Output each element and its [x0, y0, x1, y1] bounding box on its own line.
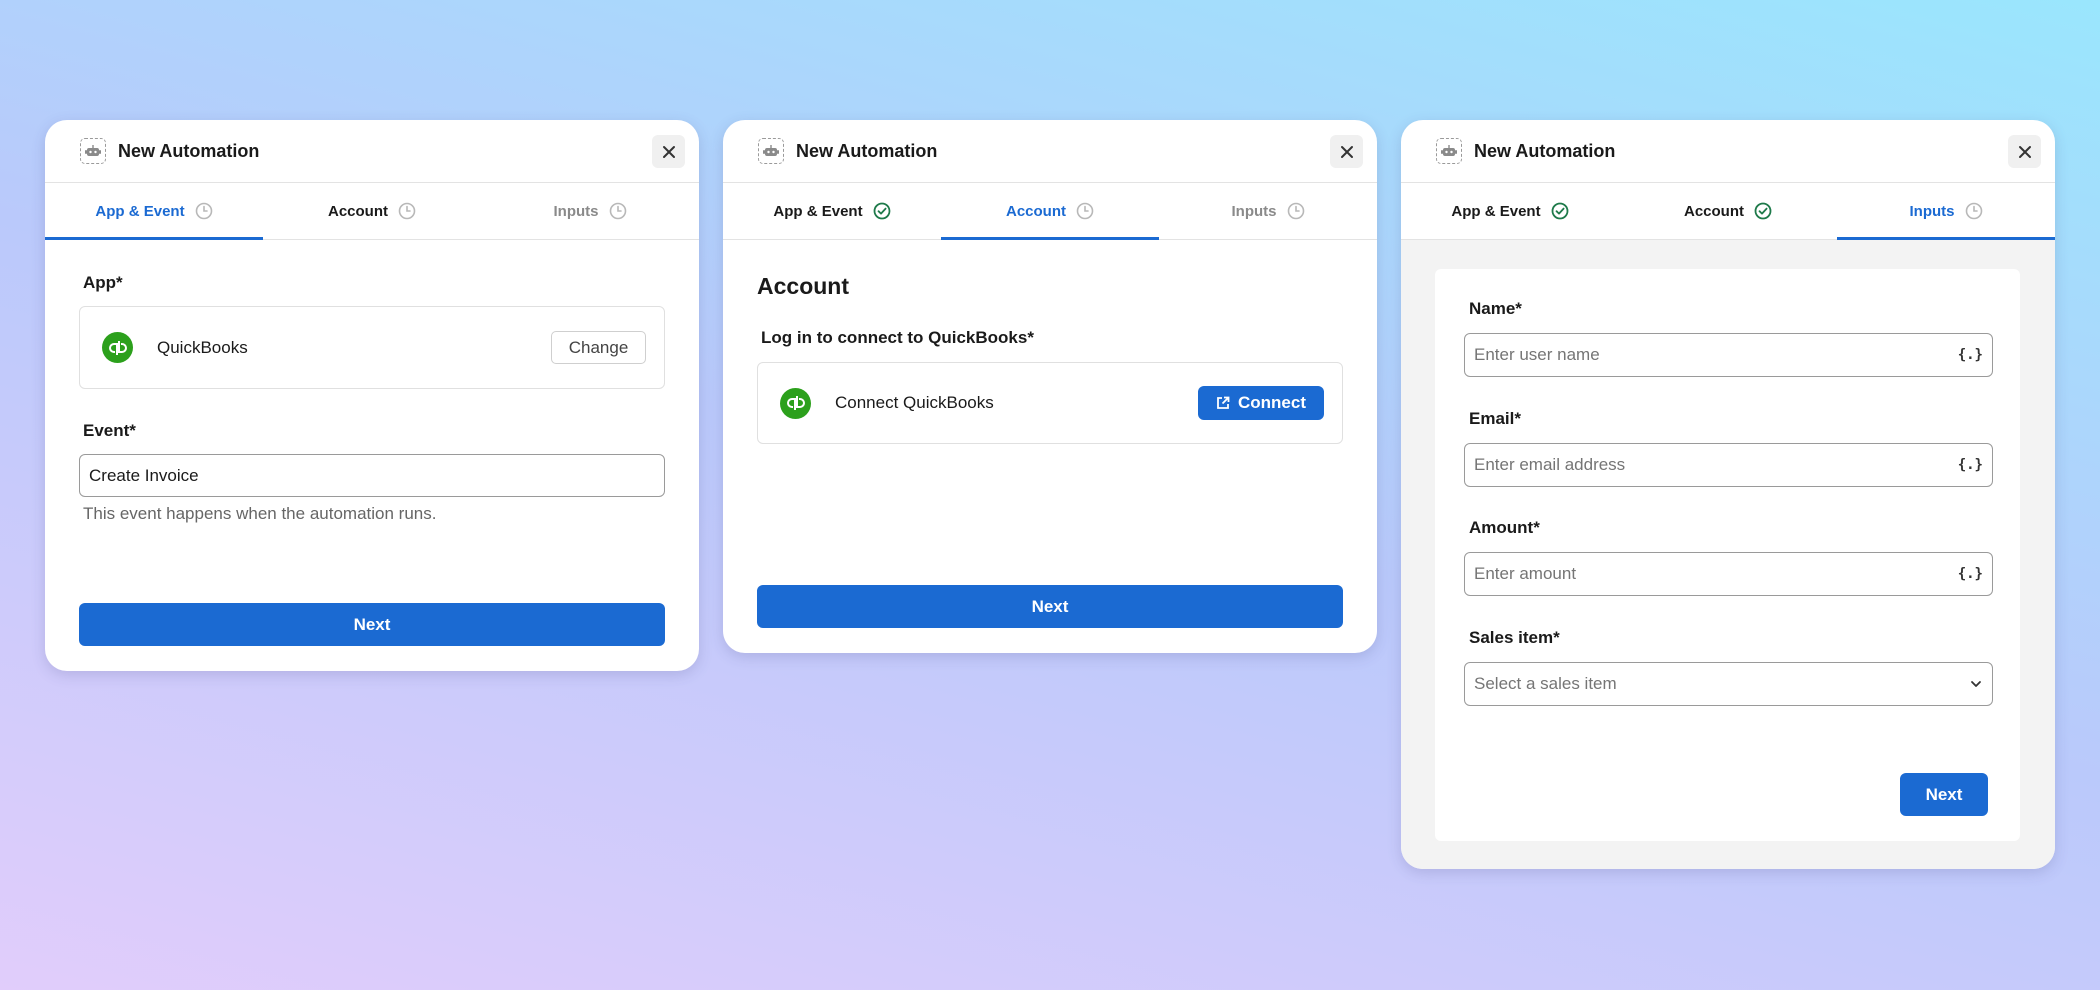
automation-dialog-step-app-event: New Automation App & Event Account Input…: [45, 120, 699, 671]
tab-app-event[interactable]: App & Event: [723, 183, 941, 239]
tab-inputs[interactable]: Inputs: [1837, 183, 2055, 240]
tab-label: Account: [328, 202, 388, 220]
tab-label: App & Event: [95, 202, 185, 220]
check-circle-icon: [1754, 202, 1772, 220]
check-circle-icon: [873, 202, 890, 220]
clock-icon: [1965, 202, 1982, 220]
amount-label: Amount*: [1469, 518, 1540, 537]
connect-account-row: Connect QuickBooks Connect: [757, 362, 1343, 444]
tab-label: App & Event: [773, 202, 863, 220]
event-help-text: This event happens when the automation r…: [83, 504, 437, 523]
connect-app-text: Connect QuickBooks: [835, 393, 994, 412]
robot-icon: [80, 138, 106, 164]
tab-app-event[interactable]: App & Event: [45, 183, 263, 240]
selected-app: QuickBooks Change: [79, 306, 665, 389]
tab-inputs[interactable]: Inputs: [481, 183, 699, 239]
login-label: Log in to connect to QuickBooks*: [761, 328, 1034, 347]
tab-account[interactable]: Account: [941, 183, 1159, 240]
clock-icon: [609, 202, 626, 220]
variable-braces-icon[interactable]: {.}: [1958, 566, 1983, 582]
check-circle-icon: [1551, 202, 1568, 220]
sales-item-placeholder: Select a sales item: [1474, 674, 1617, 693]
sales-item-select[interactable]: Select a sales item: [1464, 662, 1993, 706]
close-icon: [1340, 145, 1353, 158]
tab-label: Inputs: [553, 202, 599, 220]
external-link-icon: [1217, 396, 1230, 409]
variable-braces-icon[interactable]: {.}: [1958, 347, 1983, 363]
tab-label: Account: [1684, 202, 1744, 220]
clock-icon: [1076, 202, 1094, 220]
dialog-title: New Automation: [1474, 140, 1616, 161]
tab-inputs[interactable]: Inputs: [1159, 183, 1377, 239]
close-icon: [662, 145, 675, 158]
close-button[interactable]: [1330, 135, 1363, 168]
step-tabs: App & Event Account Inputs: [45, 183, 699, 240]
connect-button-label: Connect: [1238, 393, 1306, 412]
account-heading: Account: [757, 273, 849, 299]
name-label: Name*: [1469, 299, 1522, 318]
variable-braces-icon[interactable]: {.}: [1958, 457, 1983, 473]
dialog-title: New Automation: [796, 140, 938, 161]
step-tabs: App & Event Account Inputs: [1401, 183, 2055, 240]
tab-label: Inputs: [1231, 202, 1277, 220]
app-label: App*: [83, 273, 123, 292]
robot-icon: [758, 138, 784, 164]
dialog-header: New Automation: [45, 120, 699, 183]
dialog-title: New Automation: [118, 140, 260, 161]
tab-account[interactable]: Account: [1619, 183, 1837, 239]
close-button[interactable]: [2008, 135, 2041, 168]
close-button[interactable]: [652, 135, 685, 168]
tab-account[interactable]: Account: [263, 183, 481, 239]
clock-icon: [1287, 202, 1304, 220]
event-input[interactable]: Create Invoice: [79, 454, 665, 497]
change-app-button[interactable]: Change: [551, 331, 646, 364]
quickbooks-logo-icon: [780, 387, 811, 419]
quickbooks-logo-icon: [102, 332, 133, 363]
next-button[interactable]: Next: [1900, 773, 1988, 816]
tab-app-event[interactable]: App & Event: [1401, 183, 1619, 239]
tab-label: App & Event: [1451, 202, 1541, 220]
robot-icon: [1436, 138, 1462, 164]
app-name: QuickBooks: [157, 337, 248, 357]
clock-icon: [398, 202, 416, 220]
step-tabs: App & Event Account Inputs: [723, 183, 1377, 240]
event-label: Event*: [83, 421, 136, 440]
connect-button[interactable]: Connect: [1198, 386, 1324, 420]
dialog-header: New Automation: [723, 120, 1377, 183]
chevron-down-icon: [1971, 681, 1981, 687]
tab-label: Account: [1006, 202, 1066, 220]
next-button[interactable]: Next: [79, 603, 665, 646]
automation-dialog-step-account: New Automation App & Event Account Input…: [723, 120, 1377, 653]
email-label: Email*: [1469, 409, 1521, 428]
amount-placeholder: Enter amount: [1474, 564, 1577, 583]
amount-input[interactable]: Enter amount {.}: [1464, 552, 1993, 596]
close-icon: [2018, 145, 2031, 158]
clock-icon: [195, 202, 212, 220]
inputs-form: Name* Enter user name {.} Email* Enter e…: [1435, 269, 2020, 841]
next-button[interactable]: Next: [757, 585, 1343, 628]
name-input[interactable]: Enter user name {.}: [1464, 333, 1993, 377]
email-placeholder: Enter email address: [1474, 455, 1626, 474]
automation-dialog-step-inputs: New Automation App & Event Account Input…: [1401, 120, 2055, 869]
sales-item-label: Sales item*: [1469, 628, 1560, 647]
email-input[interactable]: Enter email address {.}: [1464, 443, 1993, 487]
dialog-header: New Automation: [1401, 120, 2055, 183]
tab-label: Inputs: [1909, 202, 1955, 220]
name-placeholder: Enter user name: [1474, 345, 1600, 364]
